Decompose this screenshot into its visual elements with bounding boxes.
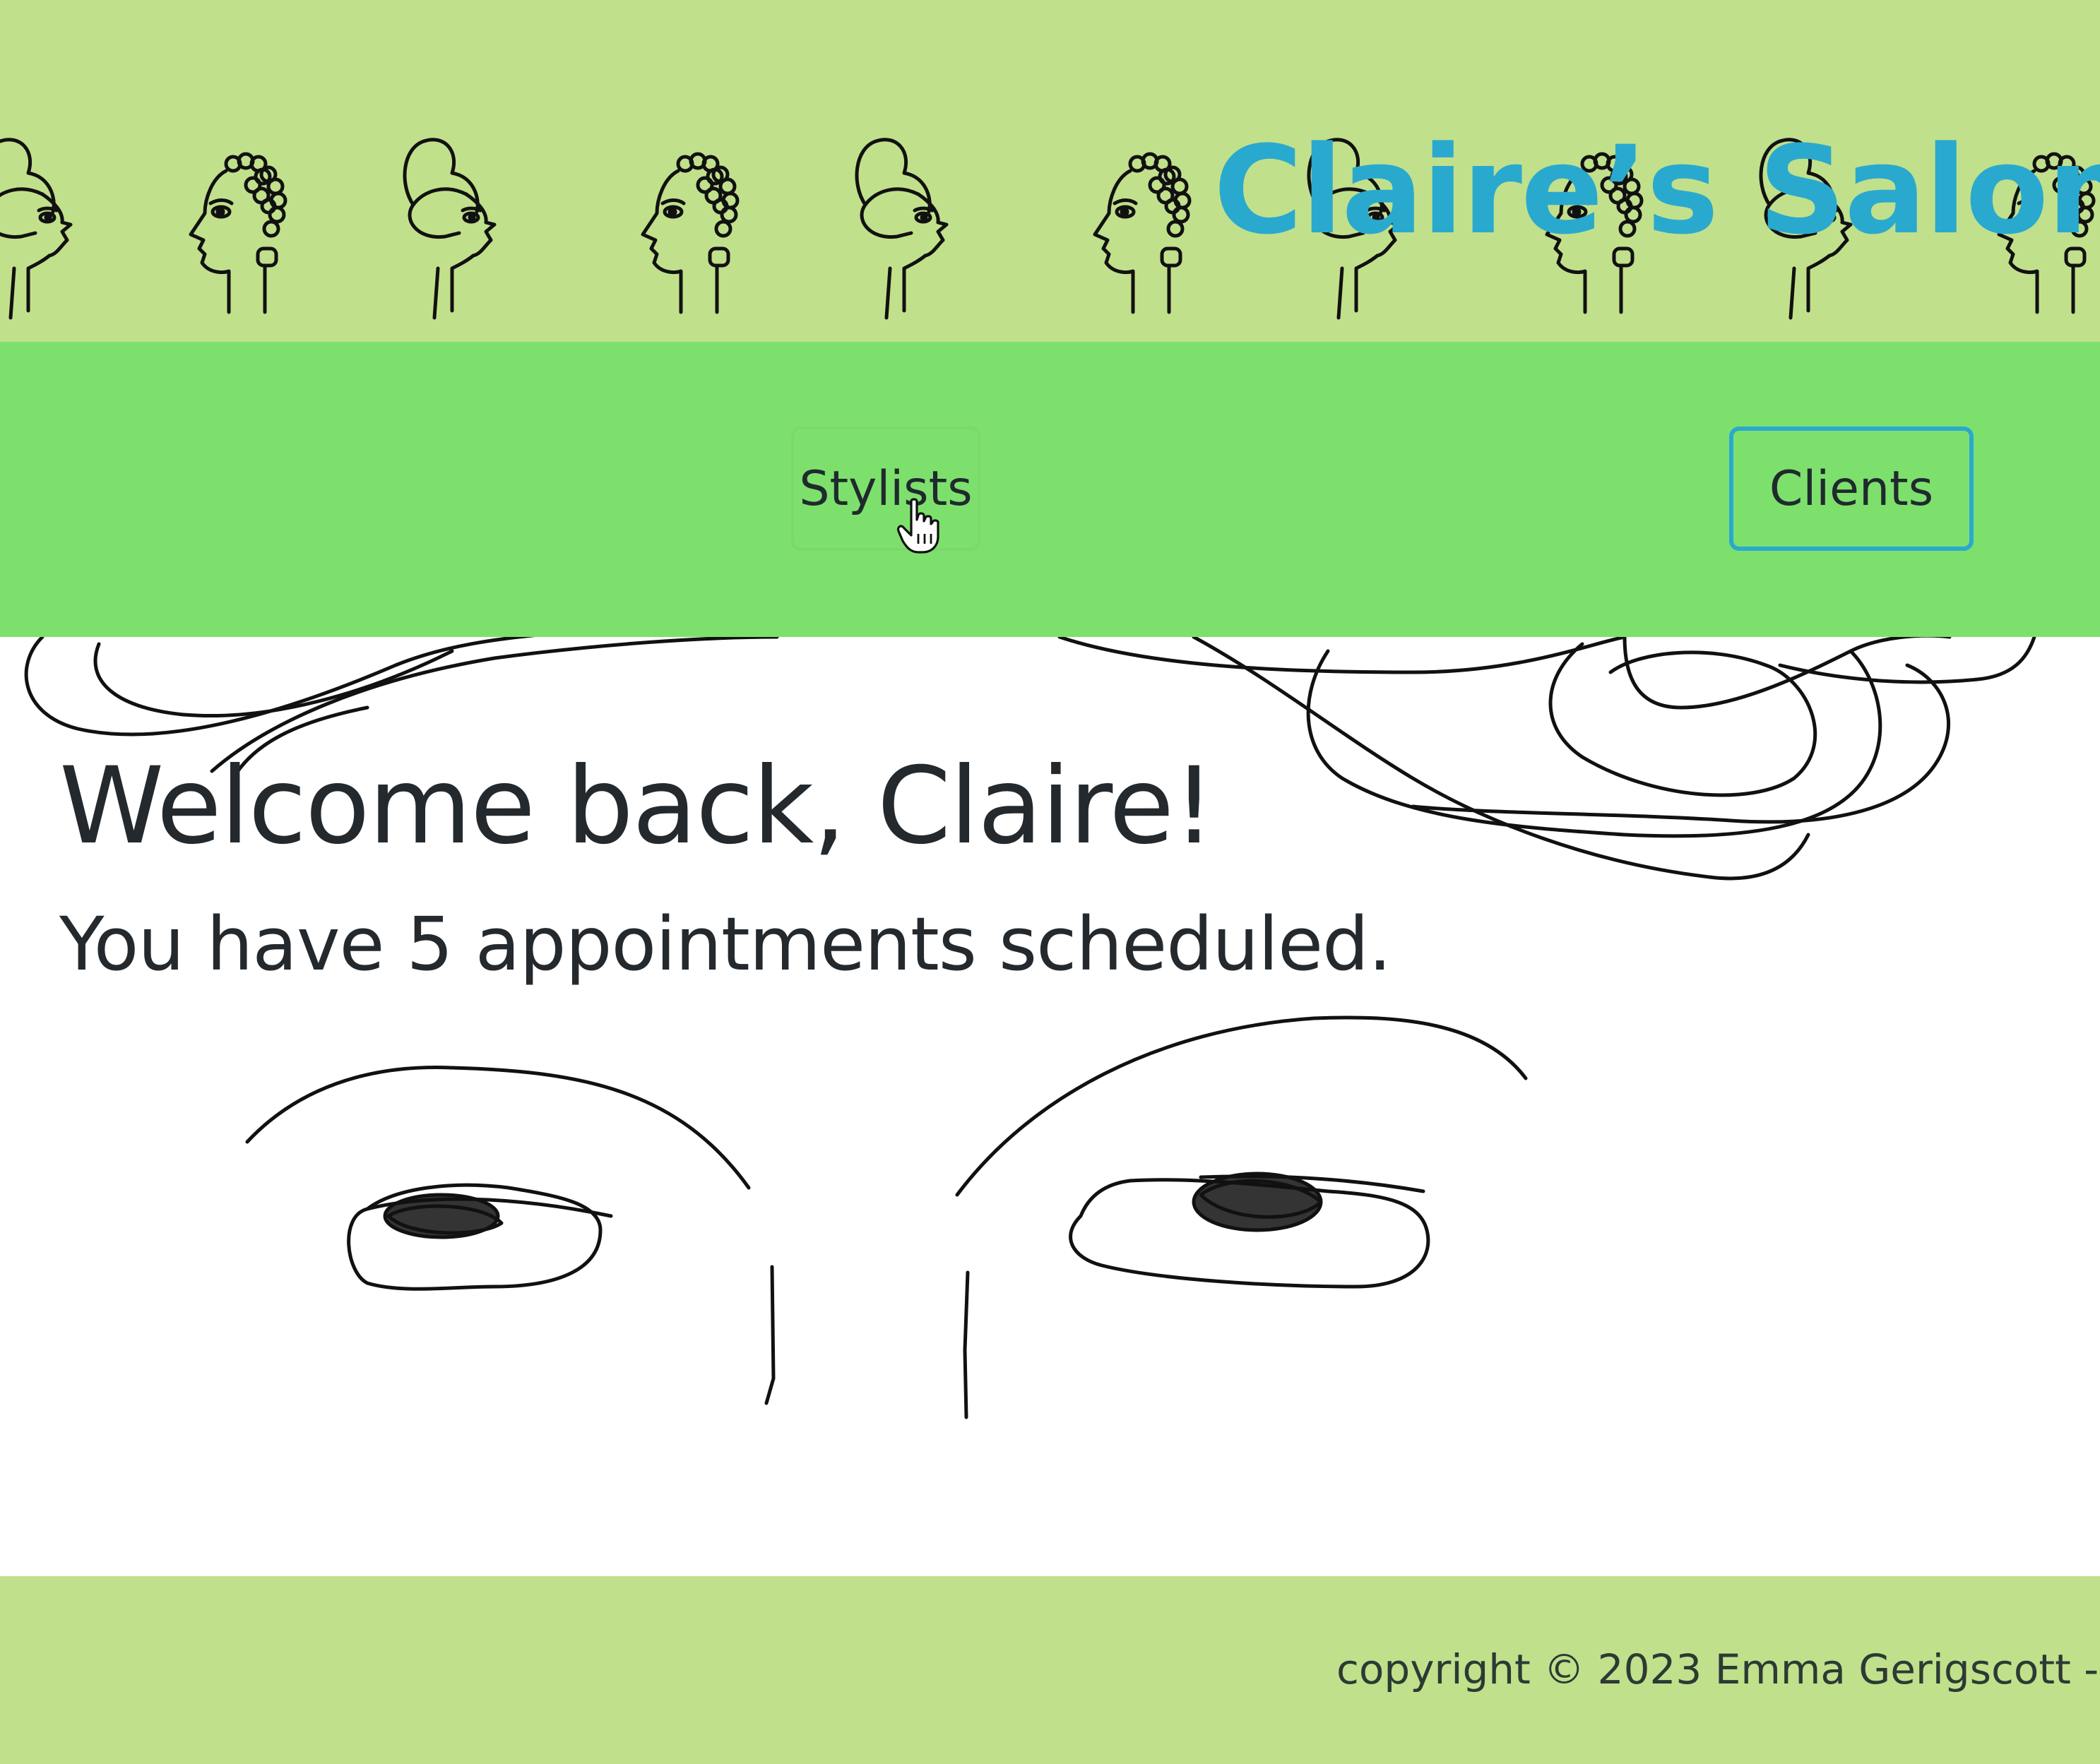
copyright-text: copyright © 2023 Emma Gerigscott - bbox=[1336, 1645, 2099, 1693]
appointments-summary: You have 5 appointments scheduled. bbox=[59, 901, 1392, 987]
stylists-button[interactable]: Stylists bbox=[791, 427, 980, 551]
site-title: Claire’s Salon bbox=[1214, 119, 2100, 261]
header-banner: Claire’s Salon bbox=[0, 0, 2100, 342]
footer: copyright © 2023 Emma Gerigscott - bbox=[0, 1576, 2100, 1764]
navbar: Stylists Clients bbox=[0, 342, 2100, 637]
welcome-heading: Welcome back, Claire! bbox=[59, 745, 1215, 868]
clients-button[interactable]: Clients bbox=[1729, 427, 1974, 551]
hand-pointer-icon bbox=[897, 498, 939, 554]
main-content: Welcome back, Claire! You have 5 appoint… bbox=[0, 637, 2100, 1576]
